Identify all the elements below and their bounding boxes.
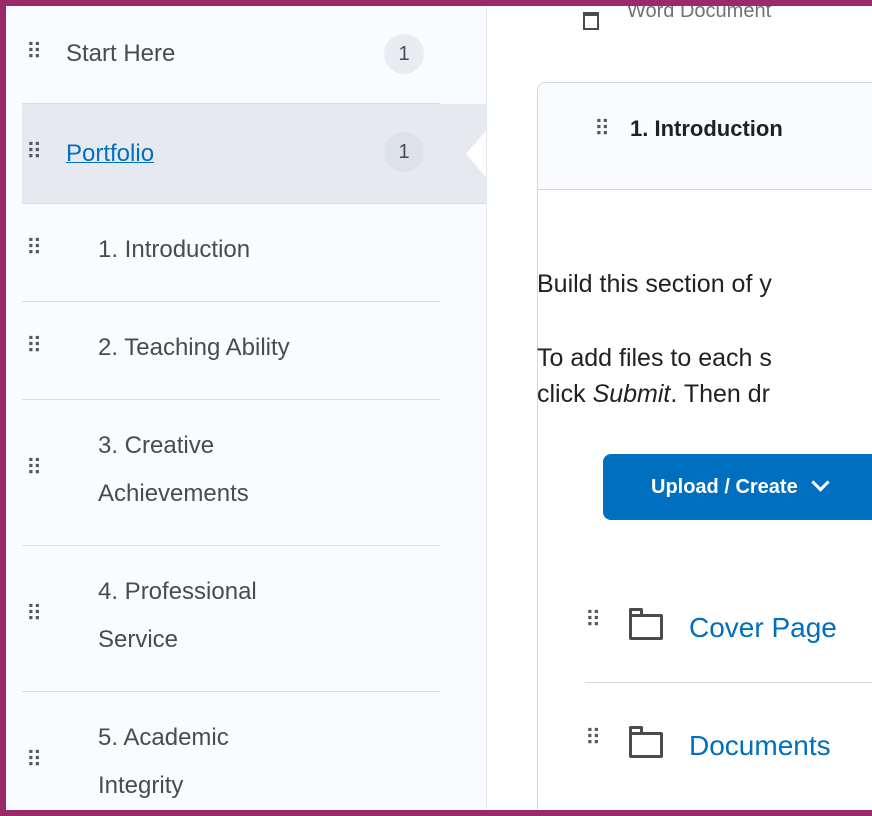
table-of-contents-sidebar: ⠿ Start Here 1 ⠿ Portfolio 1 ⠿ 1. Introd… [6, 6, 487, 816]
document-icon [583, 12, 599, 30]
upload-create-button[interactable]: Upload / Create [603, 454, 872, 520]
folder-link[interactable]: Documents [689, 724, 831, 768]
nav-item-label: Start Here [66, 40, 176, 67]
nav-item-portfolio[interactable]: ⠿ Portfolio 1 [22, 104, 486, 204]
drag-handle-icon[interactable]: ⠿ [594, 119, 610, 141]
submit-emphasis: Submit [592, 380, 671, 408]
drag-handle-icon[interactable]: ⠿ [26, 750, 42, 772]
upload-create-label: Upload / Create [651, 475, 798, 498]
nav-item-label-line1: 4. Professional [98, 578, 257, 605]
nav-item-teaching-ability[interactable]: ⠿ 2. Teaching Ability [22, 302, 440, 400]
text-fragment: click [537, 380, 593, 408]
drag-handle-icon[interactable]: ⠿ [26, 238, 42, 260]
drag-handle-icon[interactable]: ⠿ [26, 458, 42, 480]
drag-handle-icon[interactable]: ⠿ [585, 728, 601, 750]
unread-count-badge: 1 [384, 34, 424, 74]
nav-item-label: 1. Introduction [98, 236, 251, 263]
nav-item-professional-service[interactable]: ⠿ 4. Professional Service [22, 546, 440, 692]
text-fragment: . Then dr [670, 380, 770, 408]
module-instructions-line1: To add files to each s [537, 344, 772, 372]
drag-handle-icon[interactable]: ⠿ [26, 604, 42, 626]
content-pane: Word Document ⠿ 1. Introduction Build th… [487, 6, 872, 816]
drag-handle-icon[interactable]: ⠿ [26, 42, 42, 64]
drag-handle-icon[interactable]: ⠿ [585, 610, 601, 632]
nav-item-academic-integrity[interactable]: ⠿ 5. Academic Integrity [22, 692, 440, 816]
nav-item-introduction[interactable]: ⠿ 1. Introduction [22, 204, 440, 302]
row-divider [585, 682, 872, 683]
nav-item-start-here[interactable]: ⠿ Start Here 1 [22, 6, 440, 104]
nav-item-label: 2. Teaching Ability [98, 334, 290, 361]
window-frame-bottom [0, 812, 872, 816]
folder-row-documents[interactable]: ⠿ Documents [585, 716, 872, 776]
module-instructions-line2: click Submit. Then dr [537, 376, 770, 412]
folder-link[interactable]: Cover Page [689, 606, 837, 650]
module-card-header: ⠿ 1. Introduction [538, 83, 872, 190]
nav-item-creative-achievements[interactable]: ⠿ 3. Creative Achievements [22, 400, 440, 546]
module-title: 1. Introduction [630, 116, 783, 141]
nav-item-label-line2: Integrity [98, 772, 184, 799]
word-document-link[interactable]: Word Document [627, 6, 771, 23]
nav-item-label-line2: Achievements [98, 480, 249, 507]
module-card: ⠿ 1. Introduction [537, 82, 872, 816]
folder-icon [629, 726, 663, 758]
drag-handle-icon[interactable]: ⠿ [26, 142, 42, 164]
folder-row-cover-page[interactable]: ⠿ Cover Page [585, 598, 872, 658]
nav-item-label-line1: 5. Academic [98, 724, 229, 751]
nav-item-label-line1: 3. Creative [98, 432, 215, 459]
active-item-pointer [466, 124, 486, 184]
nav-item-label-line2: Service [98, 626, 179, 653]
drag-handle-icon[interactable]: ⠿ [26, 336, 42, 358]
nav-item-portfolio-link[interactable]: Portfolio [66, 130, 154, 178]
unread-count-badge: 1 [384, 132, 424, 172]
folder-icon [629, 608, 663, 640]
module-description: Build this section of y [537, 270, 772, 298]
chevron-down-icon [811, 472, 830, 492]
